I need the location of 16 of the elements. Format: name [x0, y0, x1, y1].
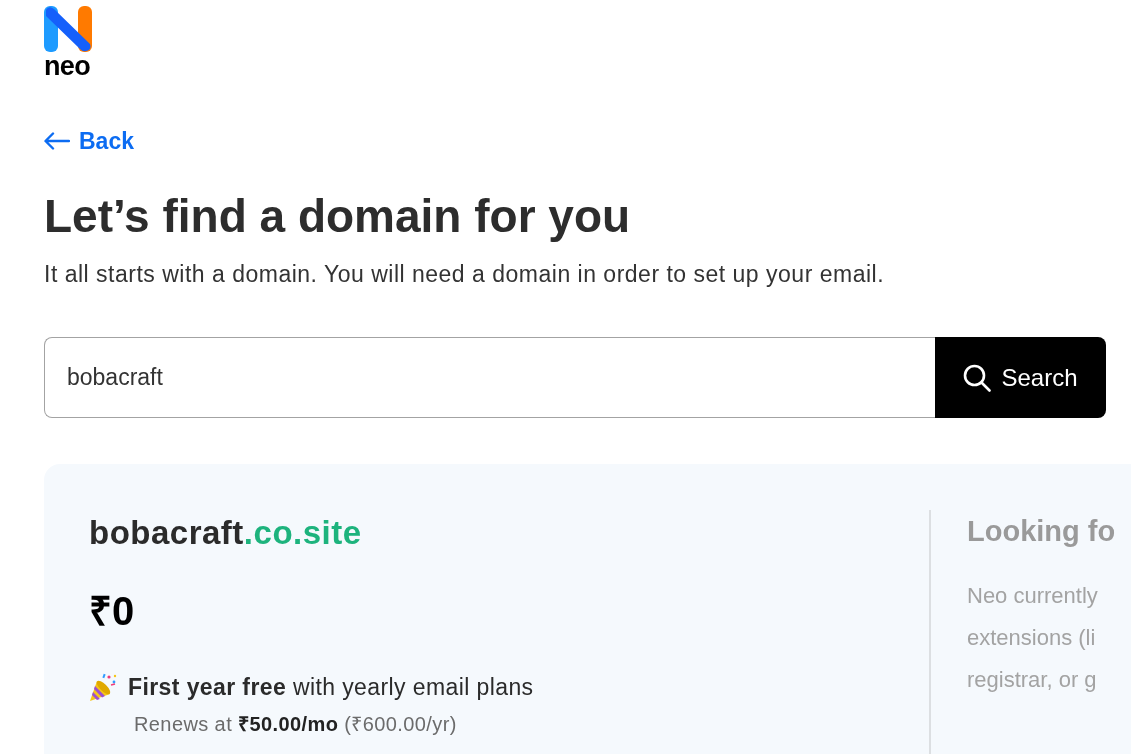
search-field[interactable]: bobacraft	[44, 337, 935, 418]
info-text: Neo currently extensions (li registrar, or g	[967, 582, 1099, 694]
logo-icon	[44, 6, 92, 52]
search-button[interactable]: Search	[935, 337, 1106, 418]
party-popper-icon	[89, 672, 118, 702]
offer-text: First year free with yearly email plans	[128, 673, 534, 702]
page-heading: Let’s find a domain for you	[44, 189, 632, 243]
logo-text: neo	[44, 52, 90, 80]
page-subtitle: It all starts with a domain. You will need a domain in order to set up your email.	[44, 260, 886, 289]
domain-price: ₹0	[89, 588, 136, 634]
domain-name: bobacraft.co.site	[89, 513, 363, 553]
back-link[interactable]: Back	[44, 126, 134, 156]
arrow-left-icon	[44, 132, 70, 150]
search-icon	[963, 363, 992, 392]
info-title: Looking fo	[967, 514, 1116, 549]
renewal-text: Renews at ₹50.00/mo (₹600.00/yr)	[134, 712, 458, 737]
